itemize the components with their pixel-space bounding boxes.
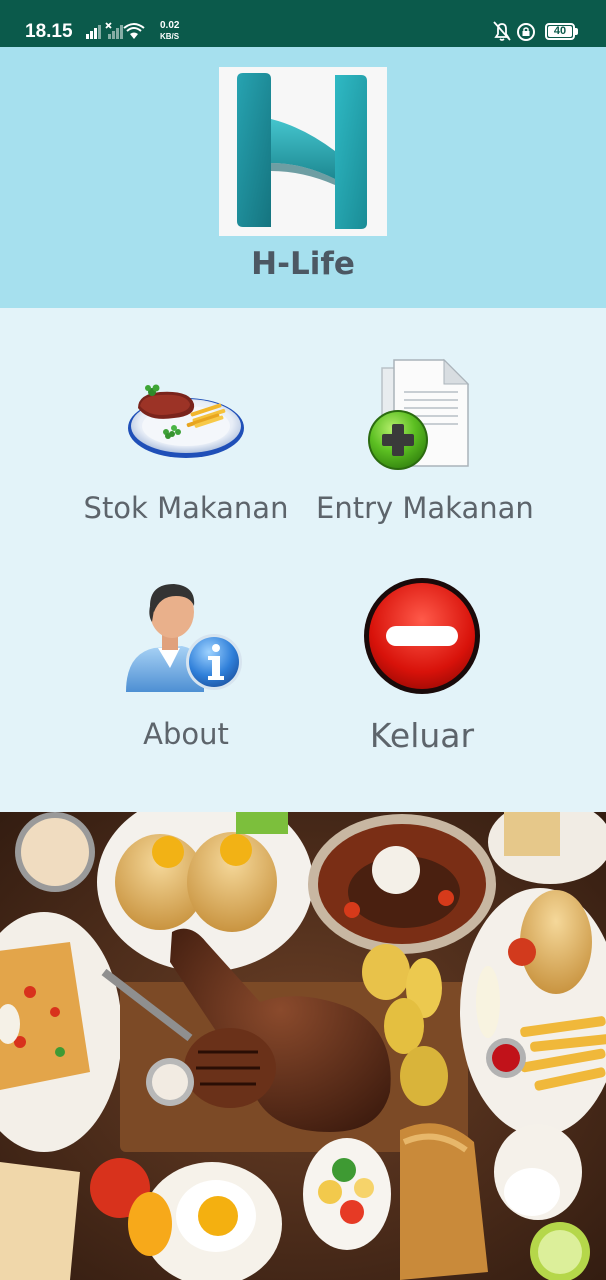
- network-speed-value: 0.02: [160, 20, 180, 31]
- signal-icons: [86, 22, 145, 39]
- main-menu: Stok Makanan Entry Makanan About Keluar: [0, 308, 606, 812]
- menu-label-about: About: [143, 717, 229, 751]
- status-time: 18.15: [25, 21, 73, 42]
- menu-item-keluar[interactable]: Keluar: [316, 576, 528, 766]
- data-saver-icon: [517, 23, 535, 41]
- network-speed-unit: KB/S: [160, 32, 180, 41]
- app-header: H-Life: [0, 47, 606, 308]
- status-bar: 18.15 0.02 KB/S 40: [0, 0, 606, 47]
- menu-label-entry-makanan: Entry Makanan: [316, 491, 534, 525]
- battery-tip: [575, 28, 578, 35]
- h-life-logo-icon: [237, 73, 367, 229]
- menu-item-stok-makanan[interactable]: Stok Makanan: [80, 348, 292, 538]
- status-right-icons: [493, 21, 535, 41]
- menu-item-entry-makanan[interactable]: Entry Makanan: [316, 348, 534, 538]
- exit-minus-icon: [364, 578, 480, 694]
- app-title: H-Life: [251, 246, 355, 282]
- network-speed: 0.02 KB/S: [160, 20, 200, 42]
- bell-off-icon: [493, 21, 511, 41]
- menu-label-keluar: Keluar: [369, 716, 475, 755]
- food-banner-image: [0, 812, 606, 1280]
- menu-label-stok-makanan: Stok Makanan: [83, 491, 289, 525]
- menu-item-about[interactable]: About: [80, 576, 292, 766]
- add-document-icon: [368, 358, 470, 470]
- battery-icon: 40: [545, 23, 575, 40]
- app-logo: [219, 67, 387, 236]
- food-platter-photo: [0, 812, 606, 1280]
- battery-level: 40: [553, 25, 567, 37]
- user-info-icon: [126, 584, 242, 692]
- food-plate-icon: [128, 384, 244, 458]
